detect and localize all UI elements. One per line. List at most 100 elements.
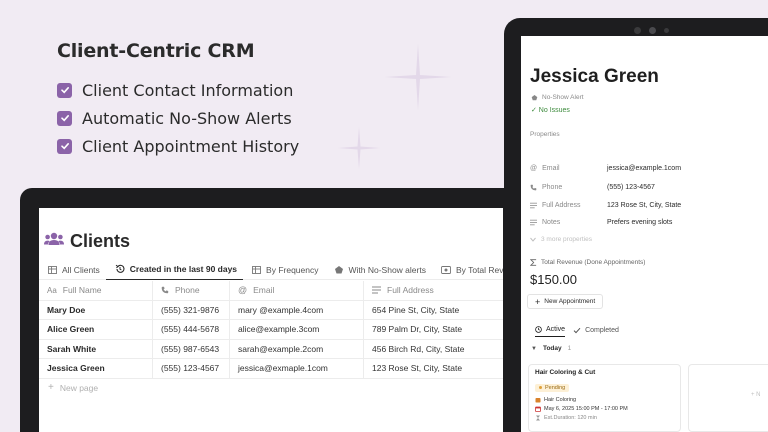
clock-icon xyxy=(535,326,542,333)
new-page-button[interactable]: + New page xyxy=(39,379,503,397)
appointment-card[interactable]: Hair Coloring & Cut Pending Hair Colorin… xyxy=(528,364,681,432)
lines-icon xyxy=(530,202,537,209)
feature-item: Client Contact Information xyxy=(57,76,299,104)
feature-item: Client Appointment History xyxy=(57,132,299,160)
property-phone[interactable]: Phone (555) 123-4567 xyxy=(530,184,768,191)
noshow-label: No-Show Alert xyxy=(542,94,584,101)
sparkle-icon xyxy=(338,127,380,169)
sensor-icon xyxy=(664,28,669,33)
property-value[interactable]: (555) 123-4567 xyxy=(607,184,655,191)
property-value[interactable]: jessica@example.1com xyxy=(607,165,681,172)
scissors-icon xyxy=(535,398,541,403)
property-key: @ Email xyxy=(530,165,607,172)
phone-icon xyxy=(161,287,169,294)
checkbox-icon xyxy=(57,82,72,98)
calendar-icon xyxy=(535,406,541,412)
property-value[interactable]: Prefers evening slots xyxy=(607,219,672,226)
property-email[interactable]: @ Email jessica@example.1com xyxy=(530,165,768,172)
column-label: Email xyxy=(253,285,275,296)
column-label: Phone xyxy=(175,285,200,296)
property-key-label: Email xyxy=(542,165,560,172)
feature-label: Automatic No-Show Alerts xyxy=(82,108,292,128)
table-row[interactable]: Alice Green (555) 444-5678 alice@example… xyxy=(39,320,503,340)
plus-icon: + N xyxy=(751,392,761,398)
property-key: Full Address xyxy=(530,202,607,209)
column-header-full-name[interactable]: Aa Full Name xyxy=(39,281,153,300)
view-tabs: All Clients Created in the last 90 days … xyxy=(39,260,503,280)
camera-icon xyxy=(634,27,641,34)
revenue-label: Total Revenue (Done Appointments) xyxy=(541,259,646,266)
tab-label: With No-Show alerts xyxy=(348,264,426,275)
new-appointment-label: New Appointment xyxy=(544,298,596,305)
sparkle-icon xyxy=(385,44,451,110)
cell-phone[interactable]: (555) 321-9876 xyxy=(153,300,230,319)
cell-phone[interactable]: (555) 987-6543 xyxy=(153,339,230,358)
tab-by-total-revenue[interactable]: By Total Revenue (Do xyxy=(432,260,503,280)
datetime-label: May 6, 2025 15:00 PM - 17:00 PM xyxy=(544,406,628,412)
cell-full-address[interactable]: 123 Rose St, City, State xyxy=(364,359,503,378)
service-label: Hair Coloring xyxy=(544,397,577,403)
promo-section: Client-Centric CRM Client Contact Inform… xyxy=(57,40,299,160)
property-key-label: Full Address xyxy=(542,202,581,209)
cell-email[interactable]: mary @example.4com xyxy=(230,300,364,319)
tab-created-last-90-days[interactable]: Created in the last 90 days xyxy=(105,260,244,280)
cell-full-address[interactable]: 456 Birch Rd, City, State xyxy=(364,340,503,359)
property-key-label: Notes xyxy=(542,219,561,226)
cell-full-name[interactable]: Jessica Green xyxy=(39,359,153,378)
column-header-phone[interactable]: Phone xyxy=(153,281,230,300)
cell-full-name[interactable]: Sarah White xyxy=(39,339,153,358)
group-header-today[interactable]: ▼ Today 1 xyxy=(531,345,571,352)
table-header-row: Aa Full Name Phone @ Email Full Address xyxy=(39,281,503,301)
table-row[interactable]: Mary Doe (555) 321-9876 mary @example.4c… xyxy=(39,300,503,320)
cell-full-address[interactable]: 789 Palm Dr, City, State xyxy=(364,320,503,339)
tab-active[interactable]: Active xyxy=(535,323,566,337)
duration-label: Est.Duration: 120 min xyxy=(544,415,597,421)
caret-down-icon: ▼ xyxy=(531,345,537,352)
column-header-email[interactable]: @ Email xyxy=(230,281,364,300)
promo-title: Client-Centric CRM xyxy=(57,40,255,62)
chevron-down-icon xyxy=(530,237,536,242)
tab-all-clients[interactable]: All Clients xyxy=(39,260,106,280)
property-full-address[interactable]: Full Address 123 Rose St, City, State xyxy=(530,202,768,209)
property-value[interactable]: 123 Rose St, City, State xyxy=(607,202,681,209)
checkbox-icon xyxy=(57,110,72,126)
at-icon: @ xyxy=(238,285,248,296)
bell-icon xyxy=(531,95,538,101)
cell-phone[interactable]: (555) 444-5678 xyxy=(153,320,230,339)
more-properties-label: 3 more properties xyxy=(541,236,592,243)
cell-full-address[interactable]: 654 Pine St, City, State xyxy=(364,301,503,320)
tab-by-frequency[interactable]: By Frequency xyxy=(243,260,324,280)
tablet-device: Jessica Green No-Show Alert ✓ No Issues … xyxy=(504,18,768,432)
column-header-full-address[interactable]: Full Address xyxy=(364,281,503,300)
hourglass-icon xyxy=(536,415,540,421)
tab-label: By Total Revenue (Do xyxy=(455,264,503,275)
plus-icon: + xyxy=(535,296,541,307)
text-icon: Aa xyxy=(47,285,57,295)
more-properties-toggle[interactable]: 3 more properties xyxy=(530,236,592,243)
group-name: Today xyxy=(542,345,562,352)
laptop-device: Clients All Clients Created in the last … xyxy=(20,188,525,432)
cell-full-name[interactable]: Alice Green xyxy=(39,320,153,339)
new-card-placeholder[interactable]: + N xyxy=(688,364,768,432)
properties-heading: Properties xyxy=(530,131,560,138)
property-notes[interactable]: Notes Prefers evening slots xyxy=(530,219,768,226)
clients-table: Aa Full Name Phone @ Email Full Address xyxy=(39,281,503,397)
cell-email[interactable]: jessica@exmaple.1com xyxy=(230,359,364,378)
tab-with-no-show-alerts[interactable]: With No-Show alerts xyxy=(325,260,432,280)
table-row[interactable]: Sarah White (555) 987-6543 sarah@example… xyxy=(39,339,503,359)
table-icon xyxy=(252,265,261,274)
tab-label: All Clients xyxy=(62,264,100,275)
cell-email[interactable]: alice@example.3com xyxy=(230,320,364,339)
tab-label: Completed xyxy=(585,326,619,334)
status-label: Pending xyxy=(545,384,566,391)
table-row[interactable]: Jessica Green (555) 123-4567 jessica@exm… xyxy=(39,359,503,379)
cell-phone[interactable]: (555) 123-4567 xyxy=(153,359,230,378)
cell-email[interactable]: sarah@example.2com xyxy=(230,339,364,358)
noshow-status[interactable]: ✓ No Issues xyxy=(531,106,570,114)
plus-icon: + xyxy=(48,382,54,393)
tab-completed[interactable]: Completed xyxy=(573,323,619,337)
property-key-label: Phone xyxy=(542,184,563,191)
cell-full-name[interactable]: Mary Doe xyxy=(39,300,153,319)
new-appointment-button[interactable]: + New Appointment xyxy=(527,294,604,309)
tab-label: By Frequency xyxy=(266,264,319,275)
